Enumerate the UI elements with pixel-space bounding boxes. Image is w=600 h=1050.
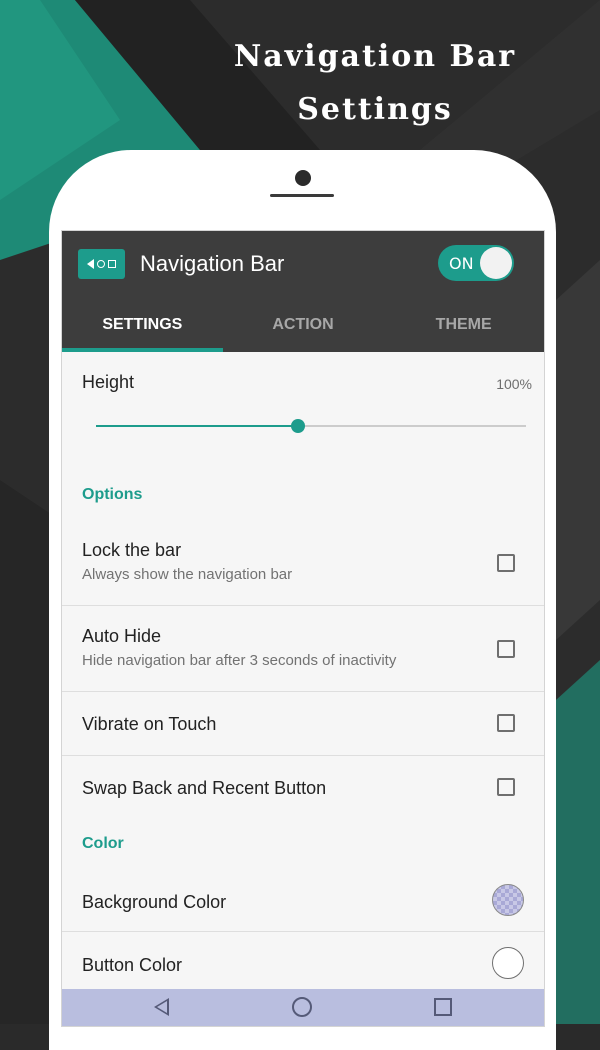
color-title: Button Color: [82, 955, 183, 975]
home-glyph-icon: [97, 260, 105, 268]
button-color-swatch[interactable]: [492, 947, 524, 979]
height-label: Height: [82, 372, 135, 392]
height-value: 100%: [496, 376, 532, 392]
tab-bar: SETTINGS ACTION THEME: [62, 301, 544, 352]
height-slider[interactable]: [96, 419, 526, 433]
color-title: Background Color: [82, 892, 227, 912]
recent-apps-icon[interactable]: [432, 996, 454, 1018]
swap-back-recent-checkbox[interactable]: [497, 778, 515, 796]
back-glyph-icon: [87, 259, 94, 269]
app-header: Navigation Bar ON SETTINGS ACTION THEME: [62, 231, 544, 352]
tab-settings[interactable]: SETTINGS: [62, 301, 223, 352]
height-slider-fill: [96, 425, 299, 427]
settings-list: Height 100% Options Lock the bar Always …: [62, 352, 544, 995]
phone-camera: [295, 170, 311, 186]
promo-title-line-1: Navigation Bar: [233, 39, 517, 74]
enable-toggle[interactable]: ON: [438, 245, 514, 281]
option-auto-hide[interactable]: Auto Hide Hide navigation bar after 3 se…: [62, 606, 544, 692]
navigation-bar-preview: [62, 989, 544, 1026]
home-icon[interactable]: [291, 996, 313, 1018]
option-title: Auto Hide: [82, 626, 162, 646]
app-title: Navigation Bar: [140, 251, 285, 276]
phone-speaker: [270, 194, 334, 197]
auto-hide-checkbox[interactable]: [497, 640, 515, 658]
tab-theme[interactable]: THEME: [383, 301, 544, 352]
back-icon[interactable]: [150, 996, 172, 1018]
option-title: Swap Back and Recent Button: [82, 778, 327, 798]
toggle-label: ON: [449, 254, 474, 273]
navigation-bar-app-icon: [78, 249, 125, 279]
option-title: Lock the bar: [82, 540, 182, 560]
lock-the-bar-checkbox[interactable]: [497, 554, 515, 572]
option-subtitle: Always show the navigation bar: [82, 566, 293, 583]
option-title: Vibrate on Touch: [82, 714, 217, 734]
option-subtitle: Hide navigation bar after 3 seconds of i…: [82, 652, 397, 669]
option-vibrate-on-touch[interactable]: Vibrate on Touch: [62, 692, 544, 756]
option-lock-the-bar[interactable]: Lock the bar Always show the navigation …: [62, 520, 544, 606]
app-screen: Navigation Bar ON SETTINGS ACTION THEME …: [61, 230, 545, 1027]
height-slider-thumb[interactable]: [291, 419, 306, 433]
vibrate-on-touch-checkbox[interactable]: [497, 714, 515, 732]
recent-glyph-icon: [108, 260, 116, 268]
option-swap-back-recent[interactable]: Swap Back and Recent Button: [62, 756, 544, 819]
options-section-header: Options: [82, 486, 143, 503]
toggle-knob: [480, 247, 512, 279]
promo-title-line-2: Settings: [297, 92, 453, 127]
tab-action[interactable]: ACTION: [223, 301, 384, 352]
button-color-row[interactable]: Button Color: [62, 932, 544, 995]
phone-frame: Navigation Bar ON SETTINGS ACTION THEME …: [49, 150, 556, 1050]
background-color-row[interactable]: Background Color: [62, 869, 544, 932]
background-color-swatch[interactable]: [492, 884, 524, 916]
height-setting: Height 100%: [62, 352, 544, 470]
promo-title: Navigation Bar Settings: [180, 30, 570, 136]
color-section-header: Color: [82, 835, 124, 852]
